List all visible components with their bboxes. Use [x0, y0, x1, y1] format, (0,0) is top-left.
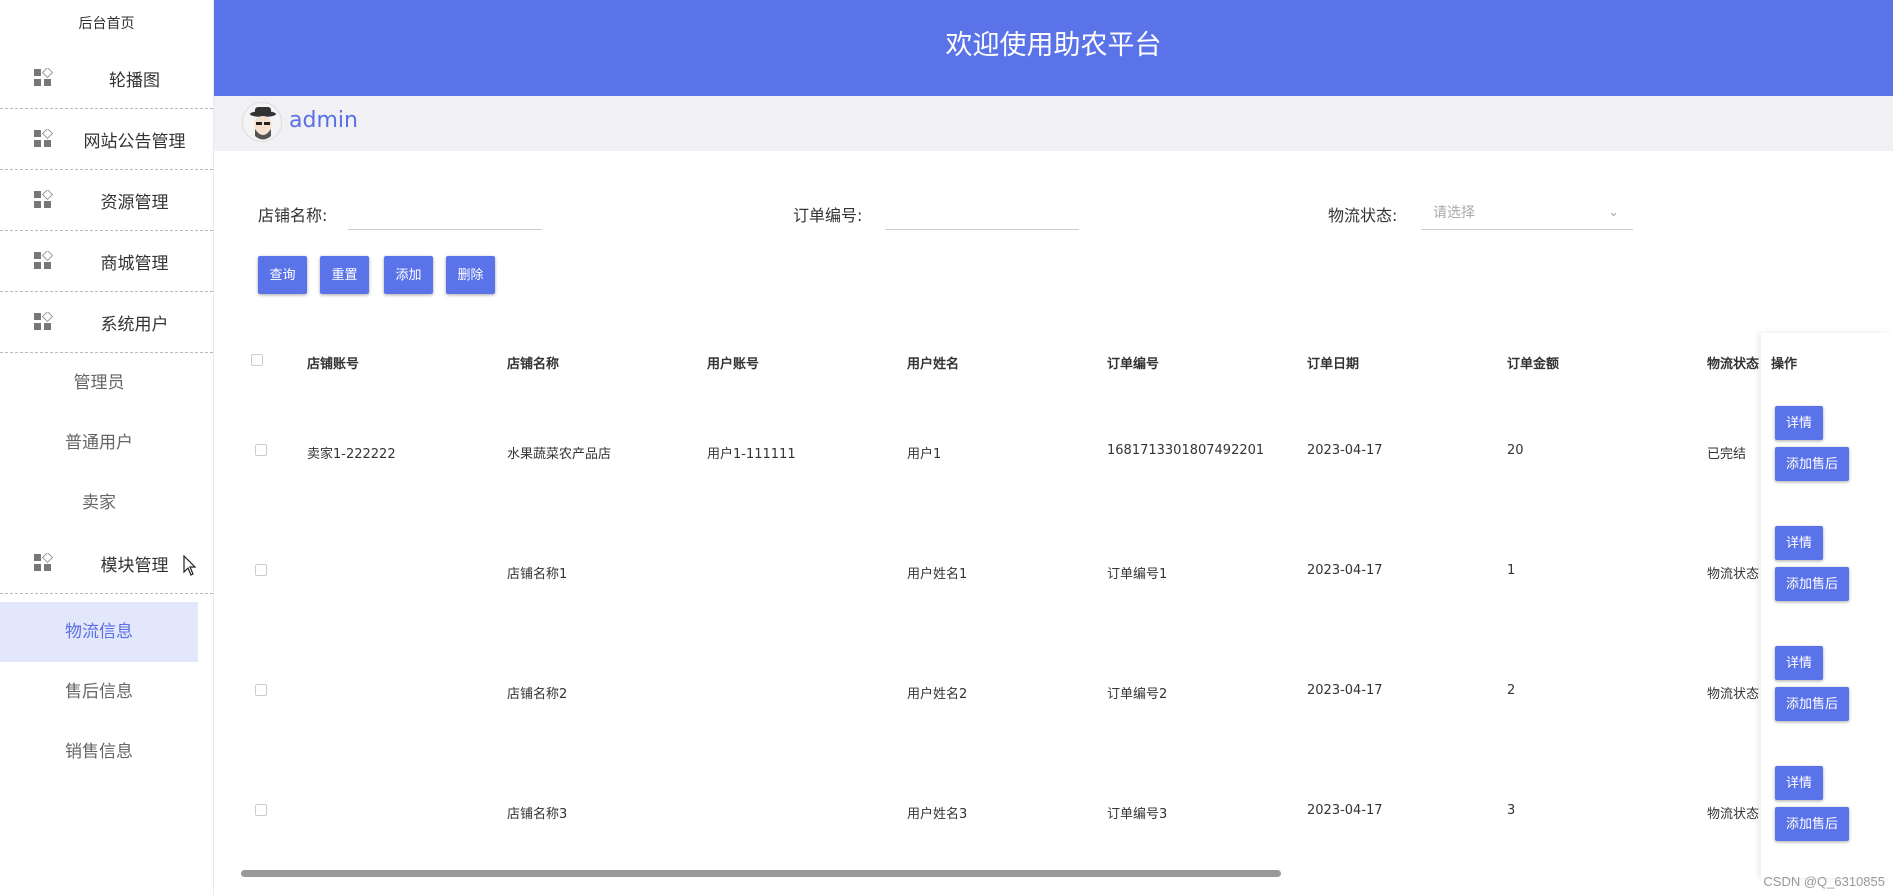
add-button[interactable]: 添加: [384, 256, 433, 294]
table-cell: 2023-04-17: [1307, 683, 1383, 698]
table-cell: 3: [1507, 803, 1516, 818]
col-header-shop-name: 店铺名称: [507, 357, 560, 372]
grid-icon: [34, 68, 53, 86]
select-all-checkbox[interactable]: [251, 354, 263, 366]
reset-button[interactable]: 重置: [320, 256, 369, 294]
table-cell: 物流状态: [1707, 687, 1760, 702]
add-after-sale-button[interactable]: 添加售后: [1775, 807, 1849, 841]
sidebar-group-label: 系统用户: [100, 314, 169, 335]
table-cell: 2023-04-17: [1307, 443, 1383, 458]
table-cell: 水果蔬菜农产品店: [507, 447, 612, 462]
col-header-shop-account: 店铺账号: [307, 357, 360, 372]
sidebar-item-sales[interactable]: 销售信息: [0, 722, 198, 782]
table-cell: 订单编号1: [1107, 567, 1168, 582]
sidebar-group-modules[interactable]: 模块管理: [0, 533, 213, 594]
table-cell: 店铺名称1: [507, 567, 568, 582]
table-cell: 卖家1-222222: [307, 447, 396, 462]
grid-icon: [34, 312, 53, 330]
col-header-actions: 操作: [1771, 357, 1798, 372]
logistics-status-placeholder: 请选择: [1433, 205, 1475, 221]
col-header-user-account: 用户账号: [707, 357, 760, 372]
grid-icon: [34, 129, 53, 147]
add-after-sale-button[interactable]: 添加售后: [1775, 447, 1849, 481]
table-cell: 店铺名称2: [507, 687, 568, 702]
sidebar-group-resource[interactable]: 资源管理: [0, 170, 213, 231]
row-checkbox[interactable]: [255, 684, 267, 696]
detail-button[interactable]: 详情: [1775, 406, 1823, 440]
shop-name-input[interactable]: [348, 196, 542, 230]
sidebar-item-admin[interactable]: 管理员: [0, 353, 198, 413]
table-cell: 20: [1507, 443, 1524, 458]
table-cell: 用户姓名2: [907, 687, 968, 702]
detail-button[interactable]: 详情: [1775, 766, 1823, 800]
page-title: 欢迎使用助农平台: [214, 0, 1893, 96]
col-header-order-no: 订单编号: [1107, 357, 1160, 372]
sidebar-group-notice[interactable]: 网站公告管理: [0, 109, 213, 170]
sidebar-group-carousel[interactable]: 轮播图: [0, 48, 213, 109]
delete-button[interactable]: 删除: [446, 256, 495, 294]
order-no-label: 订单编号:: [793, 206, 863, 225]
sidebar-group-label: 轮播图: [109, 70, 160, 91]
sidebar-item-seller[interactable]: 卖家: [0, 473, 198, 533]
table-cell: 2023-04-17: [1307, 563, 1383, 578]
row-checkbox[interactable]: [255, 444, 267, 456]
query-button[interactable]: 查询: [258, 256, 307, 294]
username[interactable]: admin: [289, 108, 358, 133]
col-header-logistics-status: 物流状态: [1707, 357, 1760, 372]
chevron-down-icon: ⌄: [1608, 205, 1619, 220]
col-header-order-date: 订单日期: [1307, 357, 1360, 372]
avatar-icon: [250, 107, 276, 140]
grid-icon: [34, 251, 53, 269]
table-cell: 2023-04-17: [1307, 803, 1383, 818]
table-cell: 1: [1507, 563, 1516, 578]
shop-name-label: 店铺名称:: [258, 206, 328, 225]
sidebar-group-label: 商城管理: [100, 253, 169, 274]
detail-button[interactable]: 详情: [1775, 646, 1823, 680]
table-cell: 已完结: [1707, 447, 1747, 462]
sidebar-group-label: 资源管理: [100, 192, 169, 213]
sidebar-item-logistics[interactable]: 物流信息: [0, 602, 198, 662]
sidebar-group-system-users[interactable]: 系统用户: [0, 292, 213, 353]
table-cell: 2: [1507, 683, 1516, 698]
order-no-input[interactable]: [885, 196, 1079, 230]
add-after-sale-button[interactable]: 添加售后: [1775, 567, 1849, 601]
avatar[interactable]: [242, 102, 282, 142]
sidebar-home[interactable]: 后台首页: [0, 0, 213, 48]
col-header-user-name: 用户姓名: [907, 357, 960, 372]
sidebar-item-normal-user[interactable]: 普通用户: [0, 413, 198, 473]
table-cell: 店铺名称3: [507, 807, 568, 822]
table-cell: 订单编号3: [1107, 807, 1168, 822]
main-content: 店铺名称: 订单编号: 物流状态: 请选择 ⌄ 查询 重置 添加 删除 店铺账号…: [221, 158, 1893, 895]
grid-icon: [34, 553, 53, 571]
table-cell: 订单编号2: [1107, 687, 1168, 702]
logistics-status-select[interactable]: 请选择 ⌄: [1421, 196, 1633, 230]
sidebar-item-after-sales[interactable]: 售后信息: [0, 662, 198, 722]
row-checkbox[interactable]: [255, 564, 267, 576]
row-checkbox[interactable]: [255, 804, 267, 816]
table-cell: 用户姓名1: [907, 567, 968, 582]
horizontal-scrollbar[interactable]: [241, 870, 1281, 877]
add-after-sale-button[interactable]: 添加售后: [1775, 687, 1849, 721]
col-header-order-amount: 订单金额: [1507, 357, 1560, 372]
table-cell: 用户姓名3: [907, 807, 968, 822]
detail-button[interactable]: 详情: [1775, 526, 1823, 560]
watermark: CSDN @Q_6310855: [1763, 874, 1885, 889]
sidebar-group-mall[interactable]: 商城管理: [0, 231, 213, 292]
logistics-status-label: 物流状态:: [1328, 206, 1398, 225]
table-cell: 物流状态: [1707, 807, 1760, 822]
table-cell: 1681713301807492201: [1107, 443, 1265, 458]
table-cell: 物流状态: [1707, 567, 1760, 582]
table-cell: 用户1-111111: [707, 447, 796, 462]
grid-icon: [34, 190, 53, 208]
sidebar: 后台首页 轮播图 网站公告管理 资源管理 商城管理 系统用户 管理员 普通用户 …: [0, 0, 214, 895]
mouse-cursor-icon: [183, 555, 197, 576]
operation-column: 操作 详情 添加售后 详情 添加售后 详情 添加售后 详情 添加售后: [1761, 333, 1893, 878]
table-cell: 用户1: [907, 447, 942, 462]
sidebar-group-label: 网站公告管理: [83, 131, 186, 152]
user-bar: admin: [214, 96, 1893, 151]
